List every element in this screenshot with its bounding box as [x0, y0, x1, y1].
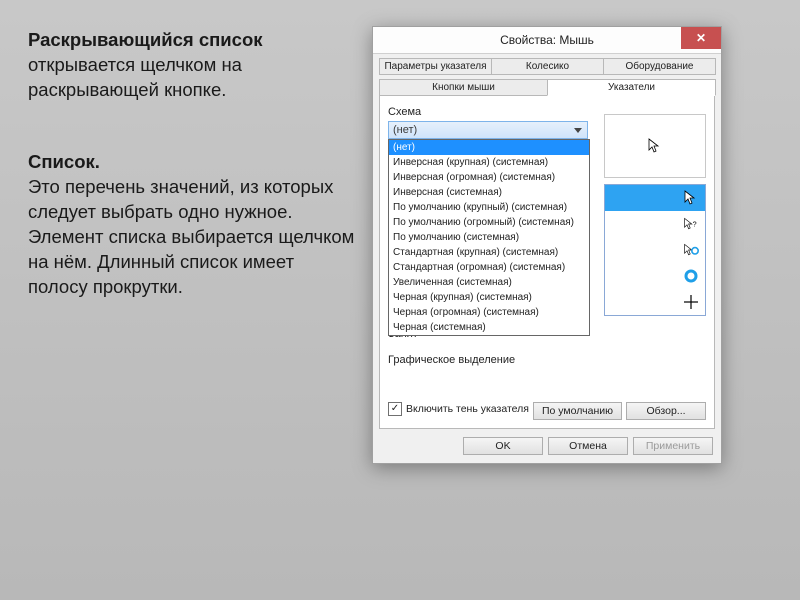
schema-option[interactable]: Инверсная (системная): [389, 185, 589, 200]
browse-button[interactable]: Обзор...: [626, 402, 706, 420]
tab-buttons[interactable]: Кнопки мыши: [379, 79, 548, 96]
precision-cursor-icon: [683, 294, 699, 310]
chevron-down-icon: [570, 123, 585, 137]
default-button[interactable]: По умолчанию: [533, 402, 622, 420]
cursor-row-normal[interactable]: [605, 185, 705, 211]
schema-dropdown-value: (нет): [393, 124, 417, 136]
schema-option[interactable]: По умолчанию (крупный) (системная): [389, 200, 589, 215]
tab-pointers[interactable]: Указатели: [547, 79, 716, 96]
schema-option[interactable]: Черная (огромная) (системная): [389, 305, 589, 320]
cursor-row-working[interactable]: [605, 237, 705, 263]
cursor-row-help[interactable]: ?: [605, 211, 705, 237]
explanatory-text: Раскрывающийся список открывается щелчко…: [28, 28, 358, 322]
cancel-button[interactable]: Отмена: [548, 437, 628, 455]
cursor-preview: [604, 114, 706, 178]
tab-content-pointers: Схема (нет) (нет) Инверсная (крупная) (с…: [379, 96, 715, 429]
body-dropdown: открывается щелчком на раскрывающей кноп…: [28, 54, 242, 100]
tabs-row-2: Кнопки мыши Указатели: [379, 79, 715, 96]
schema-option[interactable]: По умолчанию (системная): [389, 230, 589, 245]
tab-wheel[interactable]: Колесико: [491, 58, 604, 75]
schema-option[interactable]: Увеличенная (системная): [389, 275, 589, 290]
svg-text:?: ?: [693, 219, 697, 228]
schema-option[interactable]: Инверсная (крупная) (системная): [389, 155, 589, 170]
help-cursor-icon: ?: [683, 216, 699, 232]
cursor-row-busy[interactable]: [605, 263, 705, 289]
cursor-list[interactable]: ?: [604, 184, 706, 316]
apply-button[interactable]: Применить: [633, 437, 713, 455]
schema-option[interactable]: Инверсная (огромная) (системная): [389, 170, 589, 185]
enable-shadow-label: Включить тень указателя: [406, 403, 529, 415]
arrow-cursor-icon: [683, 190, 699, 206]
checkmark-icon: ✓: [391, 404, 399, 414]
ok-button[interactable]: OK: [463, 437, 543, 455]
close-button[interactable]: ✕: [681, 27, 721, 49]
arrow-cursor-icon: [647, 138, 663, 154]
schema-dropdown[interactable]: (нет) (нет) Инверсная (крупная) (системн…: [388, 121, 588, 139]
enable-shadow-checkbox[interactable]: ✓: [388, 402, 402, 416]
titlebar[interactable]: Свойства: Мышь ✕: [373, 27, 721, 54]
close-icon: ✕: [696, 31, 706, 45]
window-title: Свойства: Мышь: [500, 33, 594, 47]
tab-hardware[interactable]: Оборудование: [603, 58, 716, 75]
tab-pointer-options[interactable]: Параметры указателя: [379, 58, 492, 75]
working-cursor-icon: [683, 242, 699, 258]
schema-option[interactable]: Стандартная (крупная) (системная): [389, 245, 589, 260]
dialog-footer: OK Отмена Применить: [373, 429, 721, 463]
schema-option[interactable]: Стандартная (огромная) (системная): [389, 260, 589, 275]
mouse-properties-dialog: Свойства: Мышь ✕ Параметры указателя Кол…: [372, 26, 722, 464]
schema-dropdown-list[interactable]: (нет) Инверсная (крупная) (системная) Ин…: [388, 139, 590, 336]
body-list: Это перечень значений, из которых следуе…: [28, 176, 354, 297]
graphic-label: Графическое выделение: [388, 354, 515, 366]
schema-option[interactable]: (нет): [389, 140, 589, 155]
heading-dropdown: Раскрывающийся список: [28, 29, 263, 50]
schema-option[interactable]: Черная (крупная) (системная): [389, 290, 589, 305]
cursor-row-precision[interactable]: [605, 289, 705, 315]
tabs-row-1: Параметры указателя Колесико Оборудовани…: [379, 58, 715, 75]
schema-option[interactable]: По умолчанию (огромный) (системная): [389, 215, 589, 230]
schema-option[interactable]: Черная (системная): [389, 320, 589, 335]
busy-cursor-icon: [683, 268, 699, 284]
heading-list: Список.: [28, 151, 100, 172]
